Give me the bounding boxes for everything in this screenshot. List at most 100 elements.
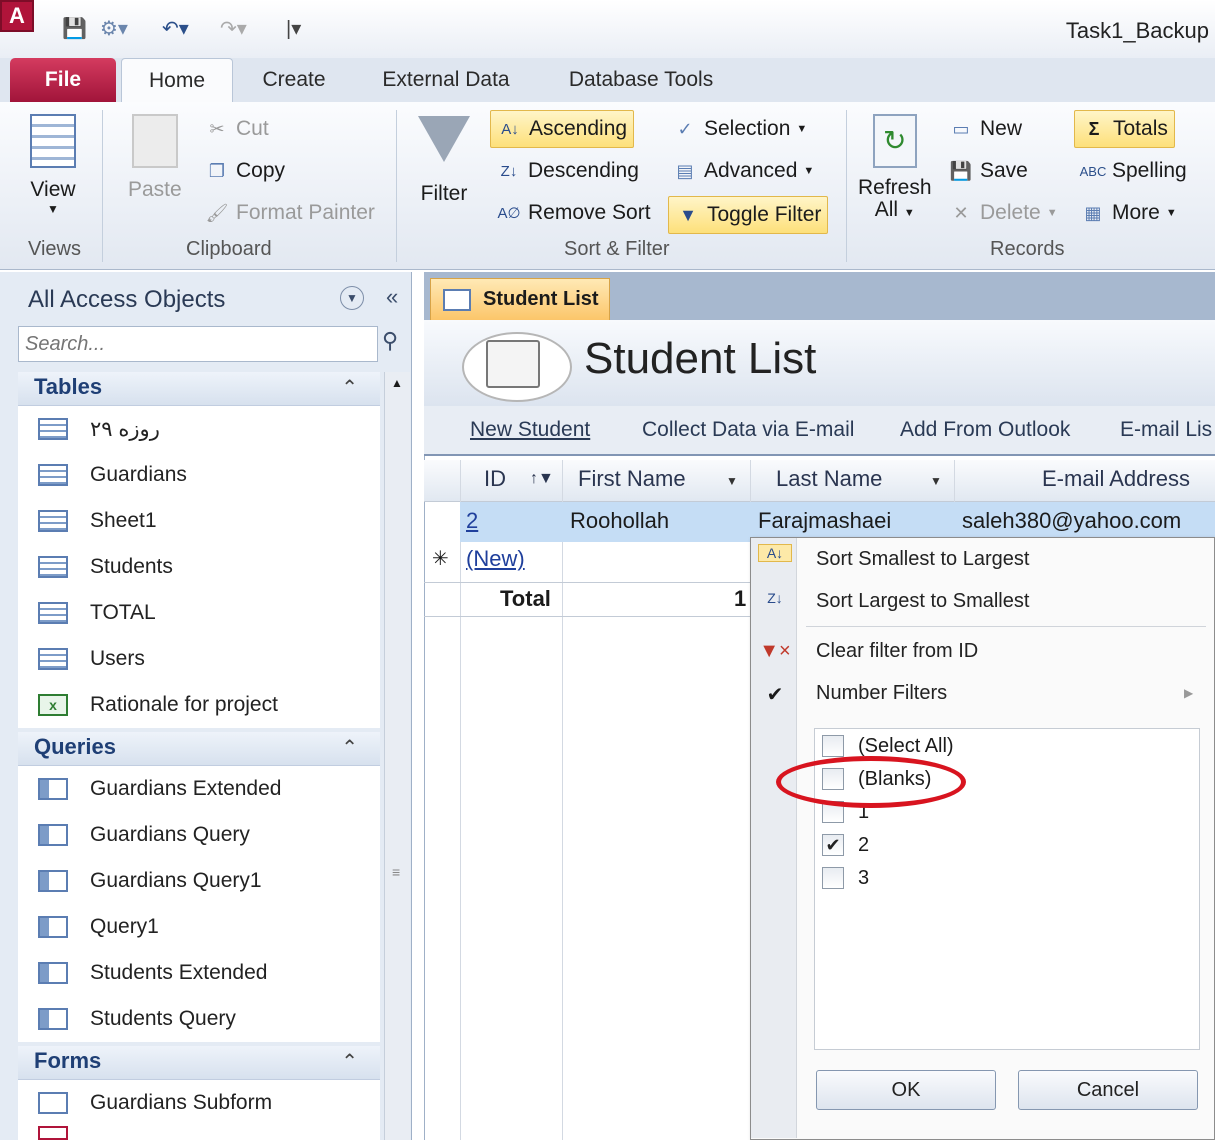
row-divider bbox=[424, 616, 750, 617]
new-record-button[interactable]: ▭ New bbox=[948, 116, 1022, 142]
ok-button[interactable]: OK bbox=[816, 1070, 996, 1110]
checkbox-checked[interactable]: ✔ bbox=[822, 834, 844, 856]
nav-item-query[interactable]: Guardians Query bbox=[18, 812, 380, 858]
search-icon[interactable]: ⚲ bbox=[382, 328, 398, 354]
query-icon bbox=[38, 870, 68, 892]
copy-icon: ❐ bbox=[208, 160, 226, 181]
tab-database-tools[interactable]: Database Tools bbox=[548, 58, 734, 102]
tables-section-header[interactable]: Tables ⌃ bbox=[18, 372, 380, 406]
nav-item-linked-table[interactable]: x Rationale for project bbox=[18, 682, 380, 728]
record-id-link[interactable]: 2 bbox=[466, 508, 478, 534]
more-button[interactable]: ▦ More ▼ bbox=[1080, 200, 1176, 226]
sort-ascending-icon: A↓ bbox=[501, 120, 519, 138]
cut-button[interactable]: ✂ Cut bbox=[204, 116, 268, 142]
nav-item-form[interactable] bbox=[18, 1126, 380, 1140]
column-header-first-name[interactable]: First Name bbox=[578, 466, 686, 492]
nav-scrollbar[interactable]: ▲ ≡ bbox=[384, 372, 410, 1140]
cancel-button[interactable]: Cancel bbox=[1018, 1070, 1198, 1110]
advanced-button[interactable]: ▤ Advanced ▼ bbox=[672, 158, 814, 184]
qat-dropdown-icon[interactable]: |▾ bbox=[286, 16, 301, 41]
sort-largest-to-smallest-item[interactable]: Sort Largest to Smallest bbox=[816, 590, 1029, 613]
checkbox[interactable] bbox=[822, 867, 844, 889]
nav-item-query[interactable]: Students Extended bbox=[18, 950, 380, 996]
nav-menu-chevron-icon[interactable]: ▼ bbox=[340, 286, 364, 310]
nav-item-table[interactable]: ۲۹ روزه bbox=[18, 406, 380, 452]
nav-item-table[interactable]: TOTAL bbox=[18, 590, 380, 636]
shutter-bar-collapse-icon[interactable]: « bbox=[386, 284, 398, 310]
form-title: Student List bbox=[584, 334, 817, 383]
copy-button[interactable]: ❐ Copy bbox=[204, 158, 285, 184]
nav-item-table[interactable]: Guardians bbox=[18, 452, 380, 498]
checkbox[interactable] bbox=[822, 735, 844, 757]
document-tab-label: Student List bbox=[483, 288, 599, 310]
table-icon bbox=[38, 556, 68, 578]
access-logo-icon: A bbox=[0, 0, 34, 32]
new-record-link[interactable]: (New) bbox=[466, 546, 525, 572]
undo-icon[interactable]: ↶▾ bbox=[162, 16, 189, 41]
scroll-up-arrow-icon[interactable]: ▲ bbox=[391, 376, 403, 390]
nav-search-input[interactable] bbox=[18, 326, 378, 362]
view-button[interactable]: View ▼ bbox=[30, 114, 76, 216]
queries-section-title: Queries bbox=[34, 734, 116, 759]
paste-button[interactable]: Paste bbox=[128, 114, 182, 202]
descending-button[interactable]: Z↓ Descending bbox=[496, 158, 639, 184]
filter-button[interactable]: Filter bbox=[418, 116, 470, 206]
first-name-cell[interactable]: Roohollah bbox=[570, 508, 669, 534]
tab-home[interactable]: Home bbox=[121, 58, 233, 102]
column-header-email[interactable]: E-mail Address bbox=[1042, 466, 1190, 492]
tab-create[interactable]: Create bbox=[244, 58, 344, 102]
chevron-down-icon[interactable]: ▼ bbox=[726, 474, 738, 488]
remove-sort-label: Remove Sort bbox=[528, 201, 651, 224]
nav-item-table[interactable]: Sheet1 bbox=[18, 498, 380, 544]
new-student-link[interactable]: New Student bbox=[470, 418, 590, 442]
form-icon bbox=[38, 1092, 68, 1114]
number-filters-item[interactable]: Number Filters bbox=[816, 682, 947, 705]
clear-filter-item[interactable]: Clear filter from ID bbox=[816, 640, 978, 663]
scroll-grip-icon[interactable]: ≡ bbox=[392, 864, 400, 880]
brush-icon: 🖌 bbox=[205, 202, 229, 223]
spelling-button[interactable]: ABC Spelling bbox=[1080, 158, 1187, 184]
document-tab-student-list[interactable]: Student List bbox=[430, 278, 610, 320]
collect-data-link[interactable]: Collect Data via E-mail bbox=[642, 418, 854, 442]
toggle-filter-icon: ▼ bbox=[679, 204, 697, 225]
delete-record-button[interactable]: ✕ Delete ▼ bbox=[948, 200, 1057, 226]
save-label: Save bbox=[980, 159, 1028, 182]
forms-section-header[interactable]: Forms ⌃ bbox=[18, 1046, 380, 1080]
nav-item-table[interactable]: Users bbox=[18, 636, 380, 682]
annotation-circle bbox=[776, 756, 966, 808]
totals-button[interactable]: Σ Totals bbox=[1074, 110, 1175, 148]
save-icon[interactable]: 💾 bbox=[62, 16, 87, 41]
nav-item-form[interactable]: Guardians Subform bbox=[18, 1080, 380, 1126]
nav-item-table[interactable]: Students bbox=[18, 544, 380, 590]
chevron-down-icon[interactable]: ▼ bbox=[930, 474, 942, 488]
tab-file[interactable]: File bbox=[10, 58, 116, 102]
total-row-value[interactable]: 1 bbox=[734, 586, 746, 612]
redo-icon[interactable]: ↷▾ bbox=[220, 16, 247, 41]
nav-item-query[interactable]: Guardians Extended bbox=[18, 766, 380, 812]
column-header-id[interactable]: ID bbox=[484, 466, 506, 492]
tab-external-data[interactable]: External Data bbox=[360, 58, 532, 102]
filter-option-3[interactable]: 3 bbox=[822, 864, 869, 892]
nav-item-query[interactable]: Query1 bbox=[18, 904, 380, 950]
column-header-last-name[interactable]: Last Name bbox=[776, 466, 882, 492]
save-record-button[interactable]: 💾 Save bbox=[948, 158, 1028, 184]
toggle-filter-button[interactable]: ▼ Toggle Filter bbox=[668, 196, 829, 234]
format-painter-button[interactable]: 🖌 Format Painter bbox=[204, 200, 375, 226]
nav-title[interactable]: All Access Objects bbox=[28, 286, 225, 314]
remove-sort-button[interactable]: A∅ Remove Sort bbox=[496, 200, 651, 226]
refresh-all-button[interactable]: ↻ Refresh All ▼ bbox=[858, 114, 932, 222]
email-list-link[interactable]: E-mail Lis bbox=[1120, 418, 1212, 442]
nav-item-query[interactable]: Students Query bbox=[18, 996, 380, 1042]
last-name-cell[interactable]: Farajmashaei bbox=[758, 508, 891, 534]
filter-label: Filter bbox=[420, 182, 468, 205]
email-cell[interactable]: saleh380@yahoo.com bbox=[962, 508, 1181, 534]
add-from-outlook-link[interactable]: Add From Outlook bbox=[900, 418, 1070, 442]
ascending-button[interactable]: A↓ Ascending bbox=[490, 110, 635, 148]
sort-smallest-to-largest-item[interactable]: Sort Smallest to Largest bbox=[816, 548, 1029, 571]
sorted-filter-icon[interactable]: ↑▼ bbox=[530, 470, 554, 488]
customize-icon[interactable]: ⚙▾ bbox=[100, 16, 128, 41]
filter-option-2[interactable]: ✔ 2 bbox=[822, 831, 869, 859]
queries-section-header[interactable]: Queries ⌃ bbox=[18, 732, 380, 766]
selection-button[interactable]: ✓ Selection ▼ bbox=[672, 116, 807, 142]
nav-item-query[interactable]: Guardians Query1 bbox=[18, 858, 380, 904]
